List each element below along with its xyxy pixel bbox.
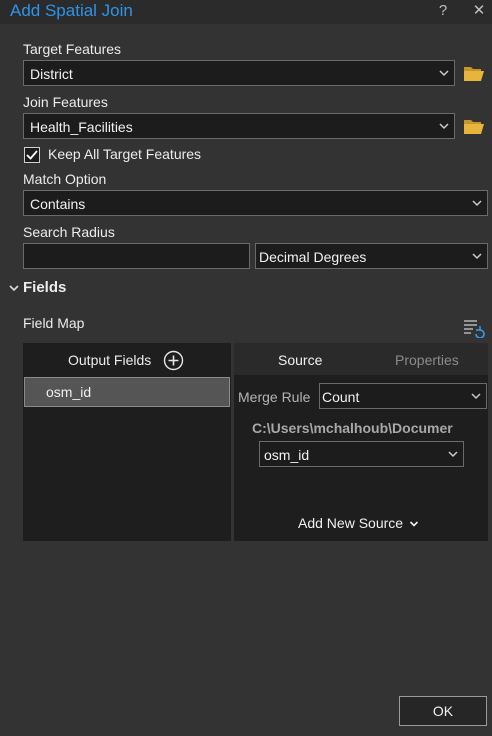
match-option-dropdown[interactable]: Contains	[23, 190, 488, 216]
output-field-row[interactable]: osm_id	[24, 377, 230, 407]
source-field-dropdown[interactable]: osm_id	[259, 441, 464, 467]
add-new-source-button[interactable]: Add New Source	[298, 515, 419, 535]
chevron-down-icon	[472, 200, 482, 207]
keep-all-label: Keep All Target Features	[48, 146, 202, 162]
target-features-label: Target Features	[23, 41, 122, 57]
close-button[interactable]: ✕	[470, 2, 488, 20]
search-radius-label: Search Radius	[23, 224, 115, 240]
browse-folder-icon[interactable]	[463, 64, 485, 82]
merge-rule-label: Merge Rule	[238, 389, 311, 405]
source-path: C:\Users\mchalhoub\Documer	[252, 420, 453, 436]
output-field-name: osm_id	[46, 384, 92, 400]
target-features-value: District	[30, 66, 73, 82]
add-new-source-label: Add New Source	[298, 515, 404, 531]
keep-all-checkbox[interactable]	[24, 147, 40, 163]
chevron-down-icon	[471, 393, 481, 400]
join-features-dropdown[interactable]: Health_Facilities	[23, 113, 455, 139]
join-features-label: Join Features	[23, 94, 108, 110]
reset-field-map-icon[interactable]	[463, 318, 485, 338]
merge-rule-value: Count	[322, 389, 360, 405]
title-bar: Add Spatial Join ? ✕	[0, 0, 492, 24]
match-option-value: Contains	[30, 196, 86, 212]
field-map-label: Field Map	[23, 315, 85, 331]
tab-properties[interactable]: Properties	[395, 352, 459, 368]
search-radius-input[interactable]	[23, 243, 250, 269]
tab-source[interactable]: Source	[278, 352, 322, 368]
chevron-down-icon	[448, 451, 458, 458]
merge-rule-dropdown[interactable]: Count	[319, 383, 487, 409]
checkmark-icon	[26, 150, 38, 160]
search-radius-units-value: Decimal Degrees	[259, 249, 367, 265]
chevron-down-icon	[409, 521, 419, 527]
fields-section-header[interactable]: Fields	[23, 279, 66, 296]
chevron-down-icon	[439, 123, 449, 130]
output-fields-panel: Output Fields osm_id	[23, 343, 231, 541]
join-features-value: Health_Facilities	[30, 119, 133, 135]
search-radius-units-dropdown[interactable]: Decimal Degrees	[255, 243, 488, 269]
dialog-title: Add Spatial Join	[10, 1, 133, 20]
ok-button[interactable]: OK	[399, 696, 487, 726]
chevron-down-icon	[439, 70, 449, 77]
source-field-value: osm_id	[264, 447, 310, 463]
add-field-icon[interactable]	[163, 350, 184, 371]
help-button[interactable]: ?	[434, 2, 452, 20]
chevron-down-icon	[472, 253, 482, 260]
collapse-chevron-icon[interactable]	[8, 282, 20, 294]
browse-folder-icon[interactable]	[463, 117, 485, 135]
source-properties-panel: Source Properties Merge Rule Count C:\Us…	[234, 343, 488, 541]
match-option-label: Match Option	[23, 171, 107, 187]
target-features-dropdown[interactable]: District	[23, 60, 455, 86]
output-fields-label: Output Fields	[68, 352, 152, 368]
